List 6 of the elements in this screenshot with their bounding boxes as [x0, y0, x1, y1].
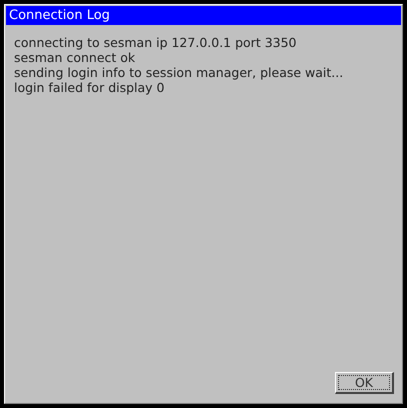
log-line: connecting to sesman ip 127.0.0.1 port 3350 [14, 35, 297, 50]
log-line: sending login info to session manager, please wait... [14, 65, 344, 80]
window-title: Connection Log [6, 6, 401, 25]
ok-button[interactable]: OK [335, 372, 394, 394]
log-line: sesman connect ok [14, 50, 136, 65]
log-line: login failed for display 0 [14, 80, 165, 95]
